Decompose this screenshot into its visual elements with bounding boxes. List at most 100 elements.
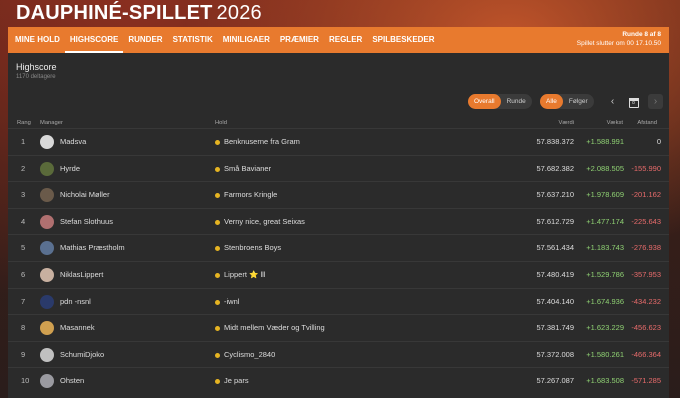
nav-item-miniligaer[interactable]: MINILIGAER — [218, 27, 275, 53]
table-row[interactable]: 1 Madsva Benknuserne fra Gram 57.838.372 +1.… — [8, 128, 669, 155]
manager-name[interactable]: Mathias Præstholm — [60, 235, 125, 262]
growth-cell: +1.183.743 — [586, 243, 624, 253]
team-name[interactable]: Benknuserne fra Gram — [224, 129, 300, 156]
value-cell: 57.561.434 — [536, 243, 574, 253]
chevron-right-icon[interactable]: › — [648, 94, 663, 109]
page-title: Highscore — [16, 62, 57, 72]
avatar[interactable] — [40, 374, 54, 389]
growth-cell: +1.529.786 — [586, 270, 624, 279]
team-status-dot — [215, 326, 220, 332]
rank-cell: 10 — [21, 376, 30, 386]
nav-item-mine-hold[interactable]: MINE HOLD — [10, 27, 65, 53]
team-status-dot — [215, 246, 220, 252]
team-status-dot — [215, 299, 220, 305]
col-team[interactable]: Hold — [215, 120, 227, 126]
nav-item-spilbeskeder[interactable]: SPILBESKEDER — [367, 27, 439, 53]
team-status-dot — [215, 140, 220, 145]
toggle-folger[interactable]: Følger — [563, 94, 594, 109]
nav-item-highscore[interactable]: HIGHSCORE — [64, 27, 124, 53]
table-row[interactable]: 9 SchumiDjoko Cyclismo_2840 57.372.008 +1.58… — [8, 340, 669, 369]
team-status-dot — [215, 166, 220, 172]
scope-toggle: Overall Runde — [468, 94, 532, 109]
table-row[interactable]: 10 Ohsten Je pars 57.267.087 +1.683.508 -571.… — [8, 367, 669, 394]
manager-name[interactable]: Stefan Slothuus — [60, 209, 113, 236]
nav-item-praemier[interactable]: PRÆMIER — [275, 27, 324, 53]
nav-item-regler[interactable]: REGLER — [324, 27, 367, 53]
brand-logo[interactable]: DAUPHINÉ-SPILLET 2026 — [16, 2, 262, 25]
avatar[interactable] — [40, 347, 54, 362]
col-rank[interactable]: Rang — [17, 120, 31, 126]
avatar[interactable] — [40, 214, 54, 229]
col-growth[interactable]: Vækst — [607, 120, 623, 126]
toggle-runde[interactable]: Runde — [501, 94, 532, 109]
brand-name: DAUPHINÉ-SPILLET — [16, 2, 213, 24]
table-row[interactable]: 7 pdn -nsnl -iwnl 57.404.140 +1.674.936 -434.… — [8, 287, 669, 316]
manager-name[interactable]: Madsva — [60, 129, 86, 156]
growth-cell: +1.623.229 — [586, 323, 624, 333]
value-cell: 57.637.210 — [536, 190, 574, 200]
toggle-overall[interactable]: Overall — [468, 94, 501, 109]
team-name[interactable]: Lippert ⭐ lll — [224, 262, 265, 289]
rank-cell: 4 — [21, 216, 26, 226]
distance-cell: -466.364 — [631, 349, 661, 359]
manager-name[interactable]: Masannek — [60, 315, 95, 342]
team-name[interactable]: Farmors Kringle — [224, 182, 277, 209]
growth-cell: +1.588.991 — [586, 137, 624, 146]
toggle-alle[interactable]: Alle — [540, 94, 563, 109]
table-row[interactable]: 2 Hyrde Små Bavianer 57.682.382 +2.088.505 -1… — [8, 154, 669, 183]
team-name[interactable]: Stenbroens Boys — [224, 235, 281, 262]
calendar-day: 8 — [628, 98, 639, 108]
rank-cell: 8 — [21, 323, 26, 333]
chevron-left-icon[interactable]: ‹ — [605, 94, 620, 109]
rank-cell: 3 — [21, 190, 26, 200]
rank-cell: 9 — [21, 349, 26, 359]
rank-cell: 7 — [21, 296, 26, 306]
top-nav: MINE HOLD HIGHSCORE RUNDER STATISTIK MIN… — [8, 27, 669, 53]
value-cell: 57.404.140 — [536, 296, 574, 306]
distance-cell: -276.938 — [631, 243, 661, 253]
nav-item-statistik[interactable]: STATISTIK — [168, 27, 218, 53]
table-row[interactable]: 5 Mathias Præstholm Stenbroens Boys 57.561.… — [8, 234, 669, 261]
distance-cell: 0 — [656, 137, 661, 146]
team-name[interactable]: -iwnl — [224, 289, 239, 316]
col-value[interactable]: Værdi — [559, 120, 574, 126]
distance-cell: -434.232 — [631, 296, 661, 306]
calendar-icon[interactable]: 8 — [626, 94, 641, 109]
col-distance[interactable]: Afstand — [637, 120, 657, 126]
rank-cell: 1 — [21, 137, 26, 146]
rank-cell: 6 — [21, 270, 26, 279]
avatar[interactable] — [40, 135, 54, 149]
team-name[interactable]: Verny nice, great Seixas — [224, 209, 305, 236]
table-row[interactable]: 6 NiklasLippert Lippert ⭐ lll 57.480.419 +1.… — [8, 261, 669, 288]
team-name[interactable]: Midt mellem Væder og Tvilling — [224, 315, 325, 342]
manager-name[interactable]: Hyrde — [60, 156, 80, 183]
distance-cell: -456.623 — [631, 323, 661, 333]
avatar[interactable] — [40, 294, 54, 309]
brand-year: 2026 — [216, 2, 262, 24]
manager-name[interactable]: pdn -nsnl — [60, 289, 91, 316]
participant-count: 1170 deltagere — [16, 74, 56, 80]
distance-cell: -155.990 — [631, 163, 661, 173]
manager-name[interactable]: Ohsten — [60, 368, 84, 395]
manager-name[interactable]: NiklasLippert — [60, 262, 103, 289]
avatar[interactable] — [40, 161, 54, 176]
table-row[interactable]: 4 Stefan Slothuus Verny nice, great Seixas… — [8, 207, 669, 236]
col-manager[interactable]: Manager — [40, 120, 63, 126]
team-name[interactable]: Je pars — [224, 368, 249, 395]
table-row[interactable]: 8 Masannek Midt mellem Væder og Tvilling 57… — [8, 314, 669, 341]
team-status-dot — [215, 379, 220, 385]
growth-cell: +2.088.505 — [586, 163, 624, 173]
avatar[interactable] — [40, 321, 54, 336]
manager-name[interactable]: SchumiDjoko — [60, 342, 104, 369]
round-info: Runde 8 af 8 Spillet slutter om 00 17.10… — [577, 30, 661, 48]
round-label: Runde 8 af 8 — [622, 31, 661, 38]
value-cell: 57.682.382 — [536, 163, 574, 173]
avatar[interactable] — [40, 268, 54, 282]
team-name[interactable]: Små Bavianer — [224, 156, 271, 183]
table-row[interactable]: 3 Nicholai Møller Farmors Kringle 57.637.21… — [8, 181, 669, 208]
manager-name[interactable]: Nicholai Møller — [60, 182, 110, 209]
team-name[interactable]: Cyclismo_2840 — [224, 342, 275, 369]
avatar[interactable] — [40, 188, 54, 203]
nav-item-runder[interactable]: RUNDER — [123, 27, 167, 53]
avatar[interactable] — [40, 241, 54, 256]
